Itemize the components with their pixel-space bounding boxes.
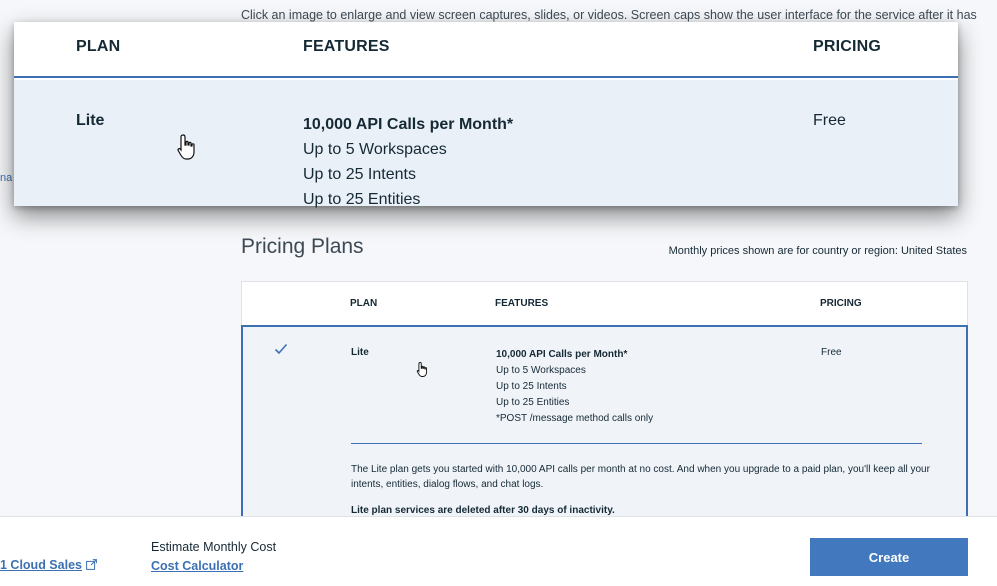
feature-item: 10,000 API Calls per Month* [496,349,628,360]
zoom-table-header: PLAN FEATURES PRICING [14,22,958,78]
feature-footnote: *POST /message method calls only [496,413,654,424]
hand-cursor-icon [416,361,430,383]
plan-price: Free [821,347,842,358]
media-caption: Click an image to enlarge and view scree… [241,8,977,22]
zoom-plan-price: Free [813,112,846,129]
zoom-header-pricing: PRICING [813,38,882,55]
feature-item: Up to 5 Workspaces [496,365,586,376]
zoom-feature-item: Up to 25 Entities [303,191,421,208]
row-divider [351,443,922,444]
header-pricing: PRICING [820,298,862,309]
estimate-cost-label: Estimate Monthly Cost [151,540,277,554]
zoomed-plan-preview: PLAN FEATURES PRICING Lite 10,000 API Ca… [14,22,958,208]
zoom-header-features: FEATURES [303,38,390,55]
checkmark-icon [274,342,288,360]
zoom-feature-item: 10,000 API Calls per Month* [303,116,514,133]
left-edge-link-fragment[interactable]: na [0,172,12,184]
plan-description: The Lite plan gets you started with 10,0… [351,464,930,490]
order-footer-bar: 1 Cloud Sales Estimate Monthly Cost Cost… [0,516,997,586]
zoom-plan-row[interactable]: Lite 10,000 API Calls per Month* Up to 5… [14,80,958,208]
contact-sales-label: 1 Cloud Sales [0,558,82,572]
feature-item: Up to 25 Entities [496,397,570,408]
zoom-feature-item: Up to 25 Intents [303,166,416,183]
feature-list: 10,000 API Calls per Month* Up to 5 Work… [496,347,653,427]
zoom-feature-list: 10,000 API Calls per Month* Up to 5 Work… [303,112,513,212]
plan-name: Lite [351,347,369,358]
header-features: FEATURES [495,298,549,309]
pricing-table: PLAN FEATURES PRICING Lite 10,000 API Ca… [241,281,968,525]
plan-row-lite[interactable]: Lite 10,000 API Calls per Month* Up to 5… [241,325,968,525]
pricing-table-header: PLAN FEATURES PRICING [242,282,967,326]
header-plan: PLAN [350,298,378,309]
create-button[interactable]: Create [810,538,968,576]
contact-sales-link[interactable]: 1 Cloud Sales [0,558,97,573]
zoom-feature-item: Up to 5 Workspaces [303,141,447,158]
external-link-icon [86,559,97,573]
cost-calculator-link[interactable]: Cost Calculator [151,559,243,573]
feature-item: Up to 25 Intents [496,381,567,392]
region-note: Monthly prices shown are for country or … [668,245,967,257]
plan-inactivity-warning: Lite plan services are deleted after 30 … [351,505,615,516]
zoom-plan-name: Lite [76,112,105,129]
hand-cursor-icon [176,133,200,166]
pricing-plans-title: Pricing Plans [241,235,364,258]
zoom-header-plan: PLAN [76,38,121,55]
